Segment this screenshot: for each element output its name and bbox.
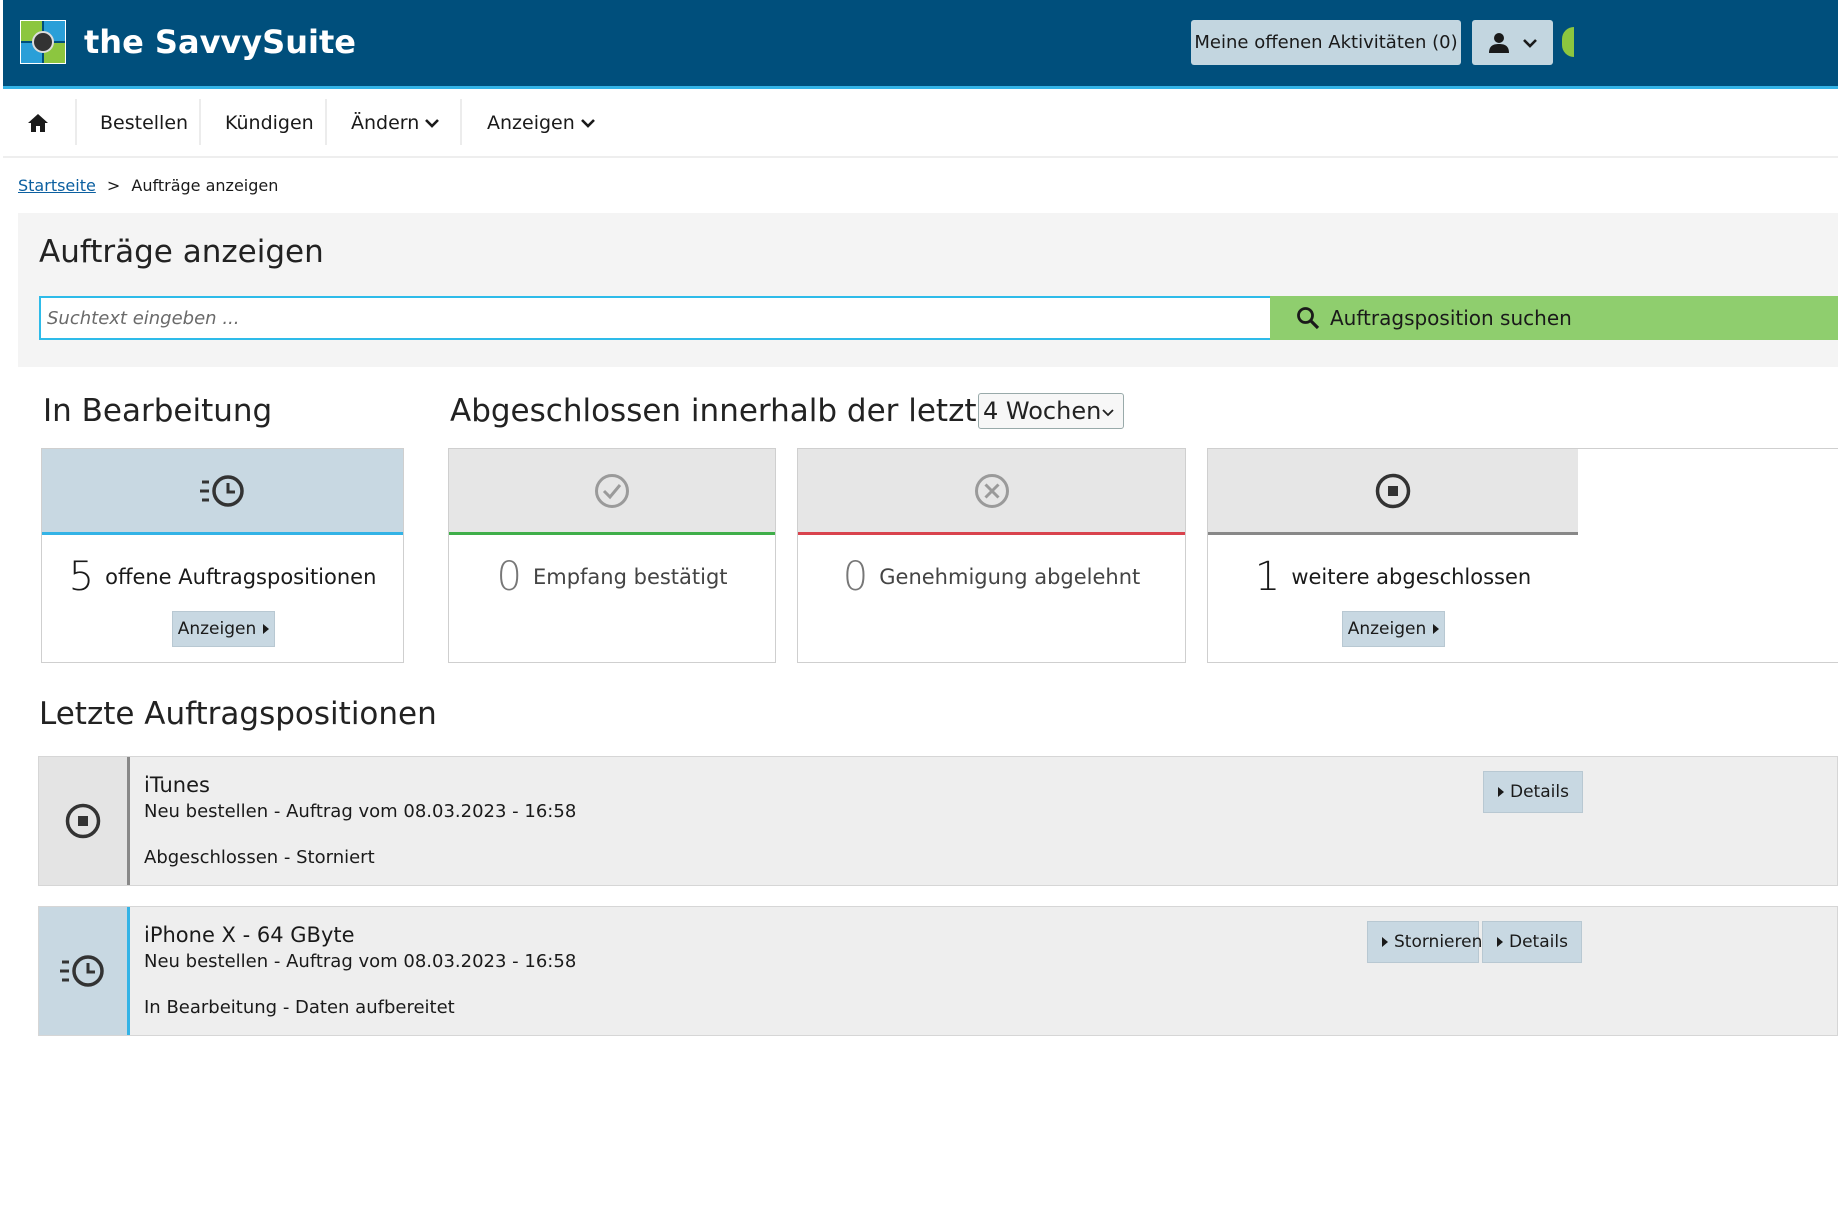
nav-bestellen[interactable]: Bestellen [100,89,188,156]
caret-right-icon [1498,787,1504,797]
status-card-body: 0 Genehmigung abgelehnt [798,554,1185,600]
row-status-icon [39,907,130,1035]
status-card-header [42,449,403,535]
list-item: iTunes Neu bestellen - Auftrag vom 08.03… [38,756,1838,886]
other-count: 1 [1254,554,1281,600]
status-card-confirmed: 0 Empfang bestätigt [448,448,776,663]
stop-circle-icon [1375,473,1411,508]
recent-title: Letzte Auftragspositionen [39,696,437,732]
breadcrumb-home-link[interactable]: Startseite [18,176,96,195]
nav-anzeigen[interactable]: Anzeigen [487,89,596,156]
confirmed-label: Empfang bestätigt [532,565,728,589]
row-title: iPhone X - 64 GByte [144,923,355,947]
status-card-header [449,449,775,535]
period-select[interactable]: 4 Wochen [978,393,1124,429]
clock-history-icon [199,474,244,507]
row-subtitle: Neu bestellen - Auftrag vom 08.03.2023 -… [144,801,577,822]
caret-right-icon [1497,937,1503,947]
row-title: iTunes [144,773,210,797]
open-count: 5 [68,554,95,600]
status-card-header [798,449,1185,535]
row-subtitle: Neu bestellen - Auftrag vom 08.03.2023 -… [144,951,577,972]
period-select-value: 4 Wochen [983,397,1102,425]
nav-divider [460,99,462,145]
rejected-label: Genehmigung abgelehnt [879,565,1141,589]
chevron-down-icon [1522,38,1537,48]
savvysuite-logo[interactable] [19,19,67,65]
status-card-body: 5 offene Auftragspositionen [42,554,403,600]
stop-circle-icon [65,803,101,839]
nav-divider [325,99,327,145]
status-card-body: 0 Empfang bestätigt [449,554,775,600]
status-card-body: 1 weitere abgeschlossen [1208,554,1578,600]
home-icon [28,113,48,132]
status-indicator [1562,27,1574,57]
show-other-label: Anzeigen [1347,619,1427,639]
breadcrumb-separator: > [106,176,121,195]
brand-name[interactable]: the SavvySuite [84,20,356,64]
search-button[interactable]: Auftragsposition suchen [1270,296,1838,340]
details-button-label: Details [1510,782,1569,802]
status-card-header [1208,449,1578,535]
cancel-order-label: Stornieren [1394,932,1483,952]
open-label: offene Auftragspositionen [105,565,377,589]
search-input[interactable] [39,296,1275,340]
details-button[interactable]: Details [1482,921,1582,963]
nav-anzeigen-label: Anzeigen [487,111,575,134]
nav-home[interactable] [27,89,49,156]
search-icon [1297,307,1320,330]
chevron-down-icon [580,118,595,128]
list-item: iPhone X - 64 GByte Neu bestellen - Auft… [38,906,1838,1036]
cancel-order-button[interactable]: Stornieren [1367,921,1483,963]
details-button-label: Details [1509,932,1568,952]
in-progress-title: In Bearbeitung [43,393,273,429]
show-open-label: Anzeigen [177,619,257,639]
rejected-count: 0 [842,554,869,600]
chevron-down-icon [425,118,440,128]
user-menu-button[interactable] [1472,20,1553,65]
search-button-label: Auftragsposition suchen [1330,306,1572,330]
nav-divider [199,99,201,145]
nav-divider [75,99,77,145]
caret-right-icon [1382,937,1388,947]
details-button[interactable]: Details [1483,771,1583,813]
other-label: weitere abgeschlossen [1291,565,1532,589]
clock-history-icon [60,955,104,987]
status-card-rejected: 0 Genehmigung abgelehnt [797,448,1186,663]
breadcrumb-current: Aufträge anzeigen [131,176,279,195]
status-card-other-completed: 1 weitere abgeschlossen Anzeigen [1207,448,1838,663]
show-other-button[interactable]: Anzeigen [1342,611,1445,647]
row-status: Abgeschlossen - Storniert [144,847,375,868]
page-title: Aufträge anzeigen [39,234,324,270]
show-open-button[interactable]: Anzeigen [172,611,275,647]
check-circle-icon [595,473,629,508]
breadcrumb: Startseite > Aufträge anzeigen [18,176,278,195]
open-activities-button[interactable]: Meine offenen Aktivitäten (0) [1191,20,1461,65]
row-status: In Bearbeitung - Daten aufbereitet [144,997,455,1018]
confirmed-count: 0 [496,554,522,600]
row-status-icon [39,757,130,885]
user-icon [1488,32,1509,53]
x-circle-icon [974,473,1009,508]
status-card-open: 5 offene Auftragspositionen Anzeigen [41,448,404,663]
chevron-down-icon [1102,409,1114,417]
completed-title: Abgeschlossen innerhalb der letzten [450,393,1016,429]
nav-aendern[interactable]: Ändern [351,89,440,156]
caret-right-icon [1433,624,1440,634]
nav-kuendigen[interactable]: Kündigen [225,89,314,156]
nav-aendern-label: Ändern [351,111,420,134]
caret-right-icon [263,624,270,634]
